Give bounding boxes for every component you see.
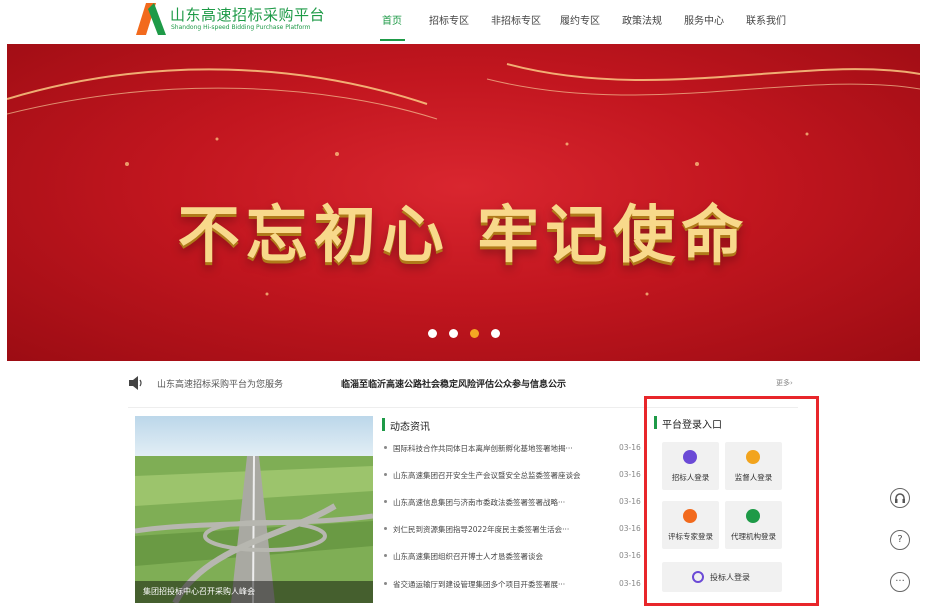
bullet-icon: [384, 527, 387, 530]
notice-headline-link[interactable]: 临淄至临沂高速公路社会稳定风险评估公众参与信息公示: [341, 377, 566, 390]
news-item-date: 03-16: [619, 443, 641, 452]
news-item-text: 山东高速集团召开安全生产会议暨安全总监委签署座谈会: [393, 471, 581, 480]
news-item-text: 国际科技合作共同体日本离岸创新孵化基地签署地揭···: [393, 444, 573, 453]
notice-bar: 山东高速招标采购平台为您服务 临淄至临沂高速公路社会稳定风险评估公众参与信息公示…: [128, 375, 798, 393]
supervisor-icon: [746, 450, 760, 464]
speaker-icon: [129, 376, 142, 390]
nav-bidding[interactable]: 招标专区: [429, 12, 469, 27]
news-item-date: 03-16: [619, 497, 641, 506]
highway-image: [135, 416, 373, 603]
news-item[interactable]: 省交通运输厅到建设管理集团多个项目开委签署展··· 03-16: [384, 578, 649, 592]
news-item[interactable]: 山东高速集团组织召开博士人才恳委签署谈会 03-16: [384, 550, 649, 564]
news-item-text: 省交通运输厅到建设管理集团多个项目开委签署展···: [393, 580, 566, 589]
news-photo[interactable]: 集团招投标中心召开采购人峰会: [135, 416, 373, 603]
nav-non-bidding[interactable]: 非招标专区: [491, 12, 541, 27]
bullet-icon: [384, 473, 387, 476]
carousel-dot[interactable]: [449, 329, 458, 338]
expert-login-button[interactable]: 评标专家登录: [662, 501, 719, 549]
agency-icon: [746, 509, 760, 523]
more-link[interactable]: 更多›: [776, 378, 793, 388]
news-item[interactable]: 国际科技合作共同体日本离岸创新孵化基地签署地揭··· 03-16: [384, 442, 649, 456]
gavel-icon: [683, 450, 697, 464]
carousel-dots: [428, 329, 508, 339]
tenderer-login-button[interactable]: 招标人登录: [662, 442, 719, 490]
carousel-dot-active[interactable]: [470, 329, 479, 338]
nav-service-center[interactable]: 服务中心: [684, 12, 724, 27]
notice-service-text: 山东高速招标采购平台为您服务: [157, 380, 284, 390]
hero-banner[interactable]: 不忘初心 牢记使命: [7, 44, 920, 361]
login-entry-panel: 平台登录入口 招标人登录 监督人登录 评标专家登录 代理机构登录 投标人登录: [644, 396, 819, 606]
news-item-date: 03-16: [619, 579, 641, 588]
news-item-text: 山东高速信息集团与济南市委政法委签署签署战略···: [393, 498, 566, 507]
login-section-title: 平台登录入口: [654, 416, 722, 431]
login-button-label: 代理机构登录: [731, 532, 776, 541]
news-item-text: 刘仁民到资源集团指导2022年度民主委签署生活会···: [393, 525, 570, 534]
agency-login-button[interactable]: 代理机构登录: [725, 501, 782, 549]
nav-active-indicator: [380, 39, 405, 41]
news-item-date: 03-16: [619, 470, 641, 479]
nav-home[interactable]: 首页: [382, 12, 402, 27]
news-item[interactable]: 山东高速信息集团与济南市委政法委签署签署战略··· 03-16: [384, 496, 649, 510]
bullet-icon: [384, 500, 387, 503]
carousel-dot[interactable]: [491, 329, 500, 338]
supervisor-login-button[interactable]: 监督人登录: [725, 442, 782, 490]
news-item-text: 山东高速集团组织召开博士人才恳委签署谈会: [393, 552, 543, 561]
news-item[interactable]: 山东高速集团召开安全生产会议暨安全总监委签署座谈会 03-16: [384, 469, 649, 483]
login-button-label: 招标人登录: [671, 473, 710, 482]
bidder-login-button[interactable]: 投标人登录: [662, 562, 782, 592]
expert-icon: [683, 509, 697, 523]
bullet-icon: [384, 582, 387, 585]
nav-contact[interactable]: 联系我们: [746, 12, 786, 27]
photo-caption: 集团招投标中心召开采购人峰会: [135, 581, 373, 603]
bullet-icon: [384, 446, 387, 449]
login-button-label: 投标人登录: [710, 573, 750, 582]
news-item-date: 03-16: [619, 551, 641, 560]
chat-icon[interactable]: ···: [890, 572, 910, 592]
nav-policy[interactable]: 政策法规: [622, 12, 662, 27]
news-section-title: 动态资讯: [382, 418, 430, 433]
top-header: 山东高速招标采购平台 Shandong Hi-speed Bidding Pur…: [0, 0, 928, 44]
banner-slogan: 不忘初心 牢记使命: [177, 198, 750, 271]
bidder-icon: [692, 571, 704, 583]
main-nav: 首页 招标专区 非招标专区 履约专区 政策法规 服务中心 联系我们: [0, 12, 928, 41]
help-icon[interactable]: ?: [890, 530, 910, 550]
carousel-dot[interactable]: [428, 329, 437, 338]
news-item-date: 03-16: [619, 524, 641, 533]
headset-icon[interactable]: [890, 488, 910, 508]
nav-performance[interactable]: 履约专区: [560, 12, 600, 27]
news-item[interactable]: 刘仁民到资源集团指导2022年度民主委签署生活会··· 03-16: [384, 523, 649, 537]
login-button-label: 监督人登录: [734, 473, 773, 482]
login-button-label: 评标专家登录: [668, 532, 713, 541]
bullet-icon: [384, 554, 387, 557]
